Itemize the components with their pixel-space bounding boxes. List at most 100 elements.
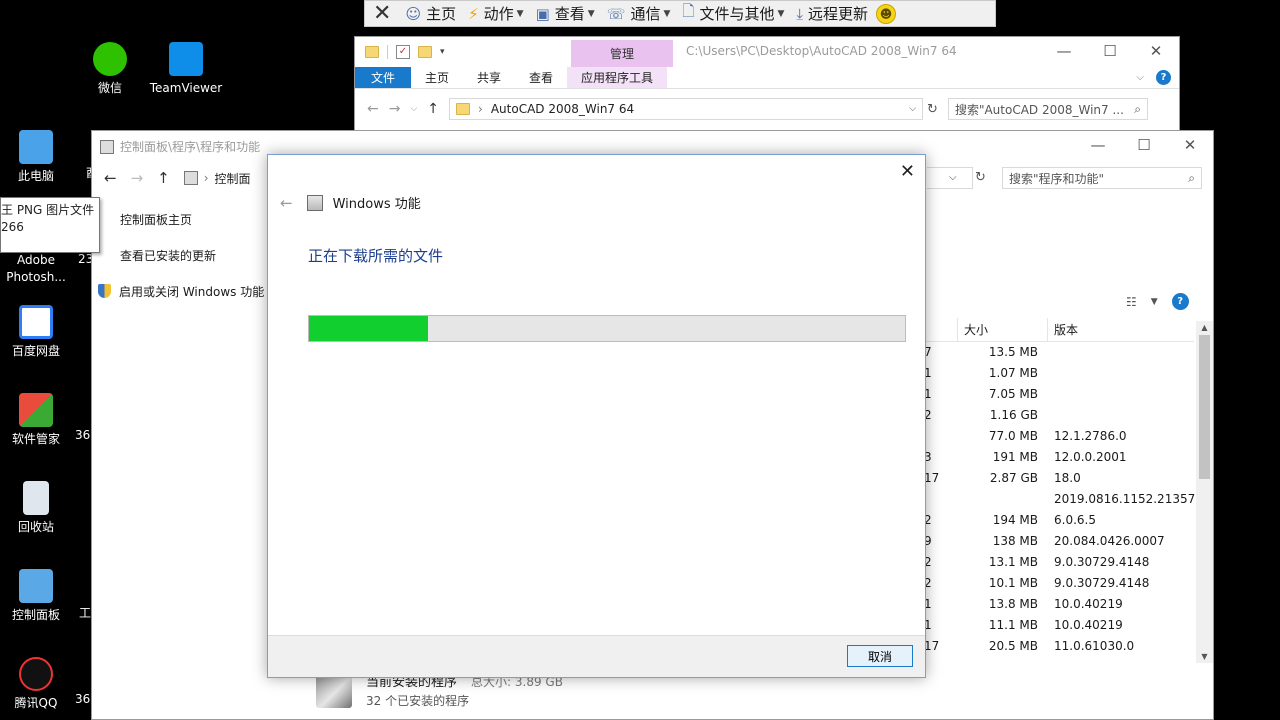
table-row[interactable]: 17 20.5 MB 11.0.61030.0 <box>924 636 1194 657</box>
help-icon[interactable]: ? <box>1156 70 1171 85</box>
row-cut-cell: 1 <box>924 618 932 632</box>
phone-icon: ☏ <box>606 4 626 23</box>
back-icon[interactable]: ← <box>280 194 293 212</box>
back-icon[interactable]: ← <box>104 169 117 187</box>
search-placeholder: 搜索"AutoCAD 2008_Win7 ... <box>954 102 1124 117</box>
maximize-icon[interactable]: ☐ <box>1121 131 1167 159</box>
row-size-cell <box>958 489 1048 510</box>
table-row[interactable]: 1 11.1 MB 10.0.40219 <box>924 615 1194 636</box>
breadcrumb[interactable]: › 控制面 <box>183 170 251 187</box>
toolbar-actions[interactable]: ⚡ 动作 ▼ <box>462 1 529 26</box>
table-row[interactable]: 77.0 MB 12.1.2786.0 <box>924 426 1194 447</box>
tab-file[interactable]: 文件 <box>355 67 411 88</box>
search-input[interactable]: 搜索"程序和功能" ⌕ <box>1002 167 1202 189</box>
row-cut-cell: 1 <box>924 366 932 380</box>
help-icon[interactable]: ? <box>1171 293 1189 310</box>
link-control-panel-home[interactable]: 控制面板主页 <box>120 211 264 228</box>
chevron-right-icon: › <box>203 171 209 185</box>
address-bar[interactable]: › AutoCAD 2008_Win7 64 ⌵ <box>449 98 924 120</box>
view-details-icon[interactable]: ☷ <box>1126 295 1137 309</box>
tab-share[interactable]: 共享 <box>463 67 515 88</box>
toolbar-files[interactable]: 🗋 文件与其他 ▼ <box>676 1 790 26</box>
address-bar-dropdown[interactable]: ⌵ ↻ <box>927 167 986 189</box>
table-row[interactable]: 1 1.07 MB <box>924 363 1194 384</box>
close-icon[interactable]: ✕ <box>1133 37 1179 65</box>
link-windows-features[interactable]: 启用或关闭 Windows 功能 <box>98 283 264 300</box>
desktop-icon-recycle-bin[interactable]: 回收站 <box>0 481 72 536</box>
table-row[interactable]: 9 138 MB 20.084.0426.0007 <box>924 531 1194 552</box>
chevron-down-icon: ▼ <box>516 8 524 19</box>
table-row[interactable]: 3 191 MB 12.0.0.2001 <box>924 447 1194 468</box>
chevron-down-icon[interactable]: ▼ <box>1151 297 1158 307</box>
shield-icon <box>98 284 111 298</box>
dialog-footer: 取消 <box>268 635 925 677</box>
forward-icon[interactable]: → <box>389 101 401 117</box>
forward-icon[interactable]: → <box>131 169 144 187</box>
row-cut-cell: 2 <box>924 576 932 590</box>
chevron-down-icon[interactable]: ⌵ <box>909 104 916 114</box>
new-folder-icon[interactable] <box>418 46 432 58</box>
tab-home[interactable]: 主页 <box>411 67 463 88</box>
minimize-icon[interactable]: — <box>1041 37 1087 65</box>
desktop-icon-teamviewer[interactable]: TeamViewer <box>148 42 224 97</box>
table-row[interactable]: 1 7.05 MB <box>924 384 1194 405</box>
search-input[interactable]: 搜索"AutoCAD 2008_Win7 ... ⌕ <box>947 98 1148 120</box>
column-header-version[interactable]: 版本 <box>1048 318 1194 341</box>
table-row[interactable]: 2 10.1 MB 9.0.30729.4148 <box>924 573 1194 594</box>
properties-icon[interactable]: ✓ <box>396 45 410 59</box>
close-icon[interactable]: ✕ <box>365 1 399 26</box>
wechat-icon <box>93 42 127 76</box>
toolbar-home[interactable]: ☺ 主页 <box>399 1 462 26</box>
manage-context-tab[interactable]: 管理 <box>571 40 673 67</box>
toolbar-label: 动作 <box>483 5 514 23</box>
cancel-button[interactable]: 取消 <box>847 645 913 667</box>
row-version-cell: 10.0.40219 <box>1054 618 1123 632</box>
link-installed-updates[interactable]: 查看已安装的更新 <box>120 247 264 264</box>
folder-icon <box>456 103 471 115</box>
row-cut-cell: 17 <box>924 639 940 653</box>
desktop-icon-photoshop[interactable]: Adobe Photosh... <box>0 252 72 286</box>
vertical-scrollbar[interactable]: ▲ ▼ <box>1196 321 1213 663</box>
up-icon[interactable]: ↑ <box>157 169 170 187</box>
desktop-icon-wechat[interactable]: 微信 <box>74 42 146 97</box>
home-icon: ☺ <box>405 4 422 23</box>
desktop-icon-this-pc[interactable]: 此电脑 <box>0 130 72 185</box>
refresh-icon[interactable]: ↻ <box>975 170 986 185</box>
table-row[interactable]: 7 13.5 MB <box>924 342 1194 363</box>
tooltip-line: 266 <box>1 220 24 234</box>
table-row[interactable]: 1 13.8 MB 10.0.40219 <box>924 594 1194 615</box>
table-row[interactable]: 2 1.16 GB <box>924 405 1194 426</box>
back-icon[interactable]: ← <box>367 101 379 117</box>
smiley-icon[interactable]: ☻ <box>876 3 897 24</box>
column-header-size[interactable]: 大小 <box>958 318 1048 341</box>
minimize-icon[interactable]: — <box>1075 131 1121 159</box>
row-size-cell: 77.0 MB <box>988 429 1038 443</box>
refresh-icon[interactable]: ↻ <box>927 102 938 117</box>
maximize-icon[interactable]: ☐ <box>1087 37 1133 65</box>
chevron-down-icon[interactable]: ▾ <box>440 47 445 57</box>
row-cut-cell: 1 <box>924 387 932 401</box>
close-icon[interactable]: ✕ <box>900 161 915 182</box>
table-row[interactable]: 17 2.87 GB 18.0 <box>924 468 1194 489</box>
toolbar-remote-update[interactable]: ⤓ 远程更新 <box>790 1 874 26</box>
up-icon[interactable]: ↑ <box>427 101 439 117</box>
table-row[interactable]: 2019.0816.1152.21357 <box>924 489 1195 510</box>
desktop-icon-baidu-netdisk[interactable]: 百度网盘 <box>0 305 72 360</box>
column-header-cut[interactable] <box>924 318 958 341</box>
chevron-down-icon[interactable]: ⌵ <box>410 104 417 114</box>
scroll-up-icon[interactable]: ▲ <box>1196 323 1213 332</box>
tab-view[interactable]: 查看 <box>515 67 567 88</box>
table-row[interactable]: 2 194 MB 6.0.6.5 <box>924 510 1194 531</box>
chevron-down-icon[interactable]: ⌵ <box>1136 72 1144 83</box>
close-icon[interactable]: ✕ <box>1167 131 1213 159</box>
table-row[interactable]: 2 13.1 MB 9.0.30729.4148 <box>924 552 1194 573</box>
desktop-icon-qq[interactable]: 腾讯QQ <box>0 657 72 712</box>
folder-icon[interactable] <box>365 46 379 58</box>
desktop-icon-control-panel[interactable]: 控制面板 <box>0 569 72 624</box>
toolbar-communication[interactable]: ☏ 通信 ▼ <box>601 1 677 26</box>
scroll-down-icon[interactable]: ▼ <box>1196 652 1213 661</box>
scrollbar-thumb[interactable] <box>1199 335 1210 479</box>
tab-app-tools[interactable]: 应用程序工具 <box>567 67 668 88</box>
desktop-icon-software-manager[interactable]: 软件管家 <box>0 393 72 448</box>
toolbar-view[interactable]: ▣ 查看 ▼ <box>530 1 601 26</box>
